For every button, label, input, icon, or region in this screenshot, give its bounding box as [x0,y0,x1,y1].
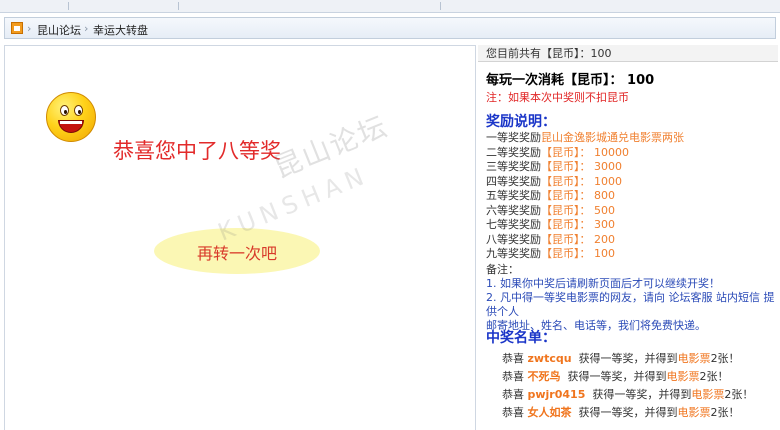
info-panel: 您目前共有【昆币】：100 每玩一次消耗【昆币】： 100 注：如果本次中奖则不… [478,45,780,430]
cost-per-play: 每玩一次消耗【昆币】： 100 [486,73,655,88]
prize-label: 九等奖奖励 [486,247,541,260]
movie-ticket-link[interactable]: 电影票 [691,388,724,401]
winner-name[interactable]: zwtcqu [528,352,572,365]
movie-ticket-link[interactable]: 电影票 [678,352,711,365]
winner-name[interactable]: pwjr0415 [528,388,586,401]
prize-row: 九等奖奖励【昆币】： 100 [486,247,776,262]
winner-suffix: 2张！ [710,352,740,365]
list-item: 恭喜 不死鸟 获得一等奖，并得到电影票2张！ [502,368,778,386]
prize-value: 【昆币】： 800 [541,189,615,202]
prize-row: 六等奖奖励【昆币】： 500 [486,204,776,219]
prize-list: 一等奖奖励昆山金逸影城通兑电影票两张 二等奖奖励【昆币】： 10000 三等奖奖… [486,131,776,262]
result-message: 恭喜您中了八等奖 [113,139,281,163]
winner-name[interactable]: 不死鸟 [528,370,561,383]
prize-row: 七等奖奖励【昆币】： 300 [486,218,776,233]
prize-row: 二等奖奖励【昆币】： 10000 [486,146,776,161]
prize-value: 【昆币】： 10000 [541,145,629,159]
smiley-teeth [60,121,82,124]
prize-row: 五等奖奖励【昆币】： 800 [486,189,776,204]
prize-label: 六等奖奖励 [486,203,541,217]
remarks-heading: 备注： [486,263,519,276]
winner-suffix: 2张！ [710,406,740,419]
prize-value: 【昆币】： 200 [541,232,615,246]
browser-top-strip [0,0,780,13]
remark-line: 2. 凡中得一等奖电影票的网友，请向 论坛客服 站内短信 提供个人 [486,291,775,318]
smiley-face-icon [46,92,96,142]
prize-label: 二等奖奖励 [486,145,541,159]
prize-label: 一等奖奖励 [486,131,541,144]
prize-value: 昆山金逸影城通兑电影票两张 [541,131,684,144]
remark-line: 1. 如果你中奖后请刷新页面后才可以继续开奖！ [486,277,720,290]
spin-again-button[interactable]: 再转一次吧 [154,228,320,274]
prize-row: 三等奖奖励【昆币】： 3000 [486,160,776,175]
strip-divider [68,2,69,10]
prize-value: 【昆币】： 500 [541,203,615,217]
coin-balance: 您目前共有【昆币】：100 [478,45,778,62]
remarks: 备注： 1. 如果你中奖后请刷新页面后才可以继续开奖！ 2. 凡中得一等奖电影票… [486,263,776,333]
prize-value: 【昆币】： 100 [541,247,615,260]
breadcrumb-separator: › [84,22,89,35]
breadcrumb-forum-link[interactable]: 昆山论坛 [37,22,81,38]
smiley-eye [74,105,83,116]
spin-again-label: 再转一次吧 [196,244,277,263]
winner-text: 获得一等奖，并得到 [592,388,692,401]
winner-text: 获得一等奖，并得到 [578,406,678,419]
prize-row: 一等奖奖励昆山金逸影城通兑电影票两张 [486,131,776,146]
breadcrumb: › 昆山论坛 › 幸运大转盘 [4,17,776,39]
winner-suffix: 2张！ [699,370,729,383]
prize-label: 八等奖奖励 [486,232,541,246]
strip-divider [440,2,441,10]
prize-value: 【昆币】： 3000 [541,160,622,173]
winner-suffix: 2张！ [724,388,754,401]
movie-ticket-link[interactable]: 电影票 [678,406,711,419]
prize-label: 三等奖奖励 [486,160,541,173]
winner-prefix: 恭喜 [502,370,524,383]
list-item: 恭喜 pwjr0415 获得一等奖，并得到电影票2张！ [502,386,778,404]
winner-name[interactable]: 女人如茶 [528,406,572,419]
winners-list: 恭喜 zwtcqu 获得一等奖，并得到电影票2张！ 恭喜 不死鸟 获得一等奖，并… [502,350,778,422]
prize-label: 五等奖奖励 [486,189,541,202]
movie-ticket-link[interactable]: 电影票 [667,370,700,383]
prize-value: 【昆币】： 300 [541,218,615,231]
prize-label: 七等奖奖励 [486,218,541,231]
winners-title: 中奖名单： [486,330,556,346]
breadcrumb-separator: › [27,22,32,35]
prize-description-title: 奖励说明： [486,114,556,130]
list-item: 恭喜 zwtcqu 获得一等奖，并得到电影票2张！ [502,350,778,368]
smiley-eye [60,105,69,116]
prize-row: 四等奖奖励【昆币】： 1000 [486,175,776,190]
list-item: 恭喜 女人如茶 获得一等奖，并得到电影票2张！ [502,404,778,422]
prize-row: 八等奖奖励【昆币】： 200 [486,233,776,248]
home-icon[interactable] [11,22,23,34]
prize-value: 【昆币】： 1000 [541,174,622,188]
strip-divider [178,2,179,10]
no-deduction-note: 注：如果本次中奖则不扣昆币 [486,91,629,104]
winner-prefix: 恭喜 [502,352,524,365]
winner-prefix: 恭喜 [502,388,524,401]
breadcrumb-current: 幸运大转盘 [93,24,148,37]
winner-text: 获得一等奖，并得到 [578,352,678,365]
winner-prefix: 恭喜 [502,406,524,419]
prize-label: 四等奖奖励 [486,174,541,188]
winner-text: 获得一等奖，并得到 [567,370,667,383]
